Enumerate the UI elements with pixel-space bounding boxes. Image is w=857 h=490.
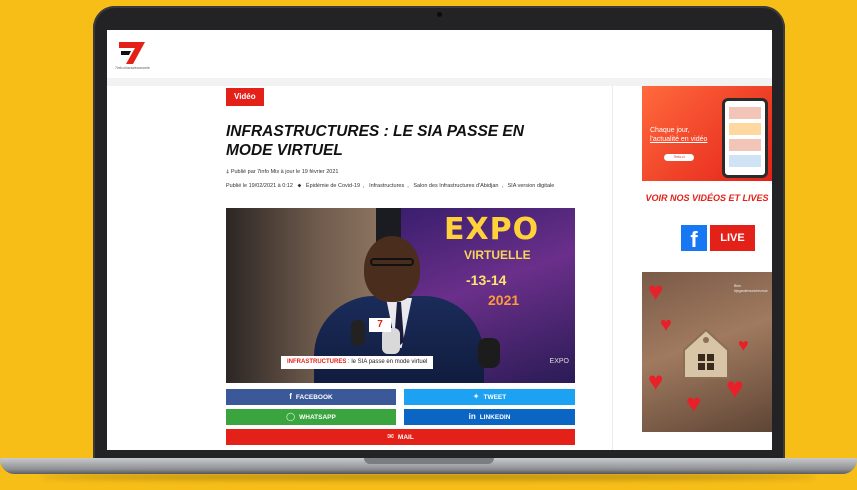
share-facebook-button[interactable]: f FACEBOOK	[226, 389, 396, 405]
publish-tags-line: Publié le 19/02/2021 à 0:12 ⬥ Épidémie d…	[226, 183, 555, 189]
share-whatsapp-label: WHATSAPP	[299, 414, 336, 421]
video-corner-logo: EXPO	[549, 358, 569, 365]
share-mail-label: MAIL	[397, 434, 414, 441]
share-facebook-label: FACEBOOK	[295, 394, 333, 401]
facebook-icon[interactable]: f	[681, 225, 707, 252]
promo-line1: Chaque jour,	[650, 127, 690, 134]
heart-icon: ♥	[738, 335, 749, 355]
tag-icon: ⬥	[297, 183, 302, 189]
phone-tile	[729, 139, 761, 151]
whatsapp-icon: ◯	[286, 412, 296, 421]
share-twitter-button[interactable]: ✦ TWEET	[404, 389, 575, 405]
live-button[interactable]: LIVE	[710, 225, 755, 251]
site-logo[interactable]	[119, 42, 145, 64]
banner-dates: -13-14	[466, 272, 507, 288]
tag-link[interactable]: Infrastructures	[369, 183, 404, 189]
share-whatsapp-button[interactable]: ◯ WHATSAPP	[226, 409, 396, 425]
share-linkedin-label: LINKEDIN	[479, 414, 511, 421]
lower-third-text: : le SIA passe en mode virtuel	[346, 359, 428, 365]
facebook-icon: f	[289, 392, 292, 401]
video-lower-third: INFRASTRUCTURES : le SIA passe en mode v…	[281, 356, 434, 369]
promo-text: Chaque jour, l'actualité en vidéo	[650, 126, 720, 144]
videos-lives-heading: VOIR NOS VIDÉOS ET LIVES	[645, 193, 769, 203]
site-header: 7info.ci/actu/economie	[107, 30, 772, 79]
twitter-icon: ✦	[472, 392, 480, 401]
microphone-icon	[478, 338, 500, 368]
share-linkedin-button[interactable]: in LINKEDIN	[404, 409, 575, 425]
laptop-shadow	[40, 474, 817, 480]
ad-caption: Bien #jegardemonchezmoi	[734, 284, 768, 293]
category-tag[interactable]: Vidéo	[226, 88, 264, 106]
logo-subtitle: 7info.ci/actu/economie	[115, 66, 150, 70]
phone-tile	[729, 123, 761, 135]
banner-word: EXPO	[444, 212, 540, 247]
banner-subtitle: VIRTUELLE	[464, 248, 531, 262]
tag-link[interactable]: Salon des Infrastructures d'Abidjan	[413, 183, 498, 189]
share-twitter-label: TWEET	[483, 394, 507, 401]
heart-icon: ♥	[648, 366, 664, 396]
author-text: Publié par 7info Mis à jour le 19 févrie…	[230, 169, 339, 175]
speaker-head	[364, 236, 420, 302]
linkedin-icon: in	[468, 412, 476, 421]
microphone-icon	[351, 320, 365, 346]
house-keychain-icon	[683, 328, 729, 379]
video-promo-ad[interactable]: Chaque jour, l'actualité en vidéo 7info.…	[642, 86, 772, 181]
heart-icon: ♥	[660, 314, 672, 336]
hearts-ad[interactable]: ♥ ♥ ♥ ♥ ♥ ♥ Bien #jegardemonchezmoi	[642, 272, 772, 432]
author-line: ⍋ Publié par 7info Mis à jour le 19 févr…	[226, 169, 338, 176]
promo-pill: 7info.ci	[664, 154, 694, 161]
webcam-icon	[437, 12, 442, 17]
heart-icon: ♥	[686, 388, 702, 418]
mic-logo: 7	[369, 318, 391, 332]
video-player[interactable]: EXPO VIRTUELLE -13-14 2021 7 INFRASTRUCT…	[226, 208, 575, 383]
heart-icon: ♥	[648, 276, 664, 306]
mail-icon: ✉	[387, 432, 394, 441]
promo-line2: l'actualité en vidéo	[650, 136, 708, 143]
phone-illustration	[722, 98, 768, 178]
speaker-glasses	[370, 258, 414, 266]
laptop-notch	[364, 458, 494, 464]
published-date: Publié le 19/02/2021 à 0:12	[226, 183, 293, 189]
tag-link[interactable]: Épidémie de Covid-19	[306, 183, 360, 189]
article-headline: INFRASTRUCTURES : LE SIA PASSE EN MODE V…	[226, 123, 524, 159]
tag-link[interactable]: SIA version digitale	[508, 183, 555, 189]
banner-year: 2021	[488, 292, 520, 308]
phone-tile	[729, 107, 761, 119]
browser-screen: 7info.ci/actu/economie Vidéo INFRASTRUCT…	[107, 30, 772, 450]
lower-third-bold: INFRASTRUCTURES	[287, 359, 347, 365]
header-separator	[107, 78, 772, 86]
phone-tile	[729, 155, 761, 167]
sidebar-divider	[612, 86, 613, 450]
share-mail-button[interactable]: ✉ MAIL	[226, 429, 575, 445]
